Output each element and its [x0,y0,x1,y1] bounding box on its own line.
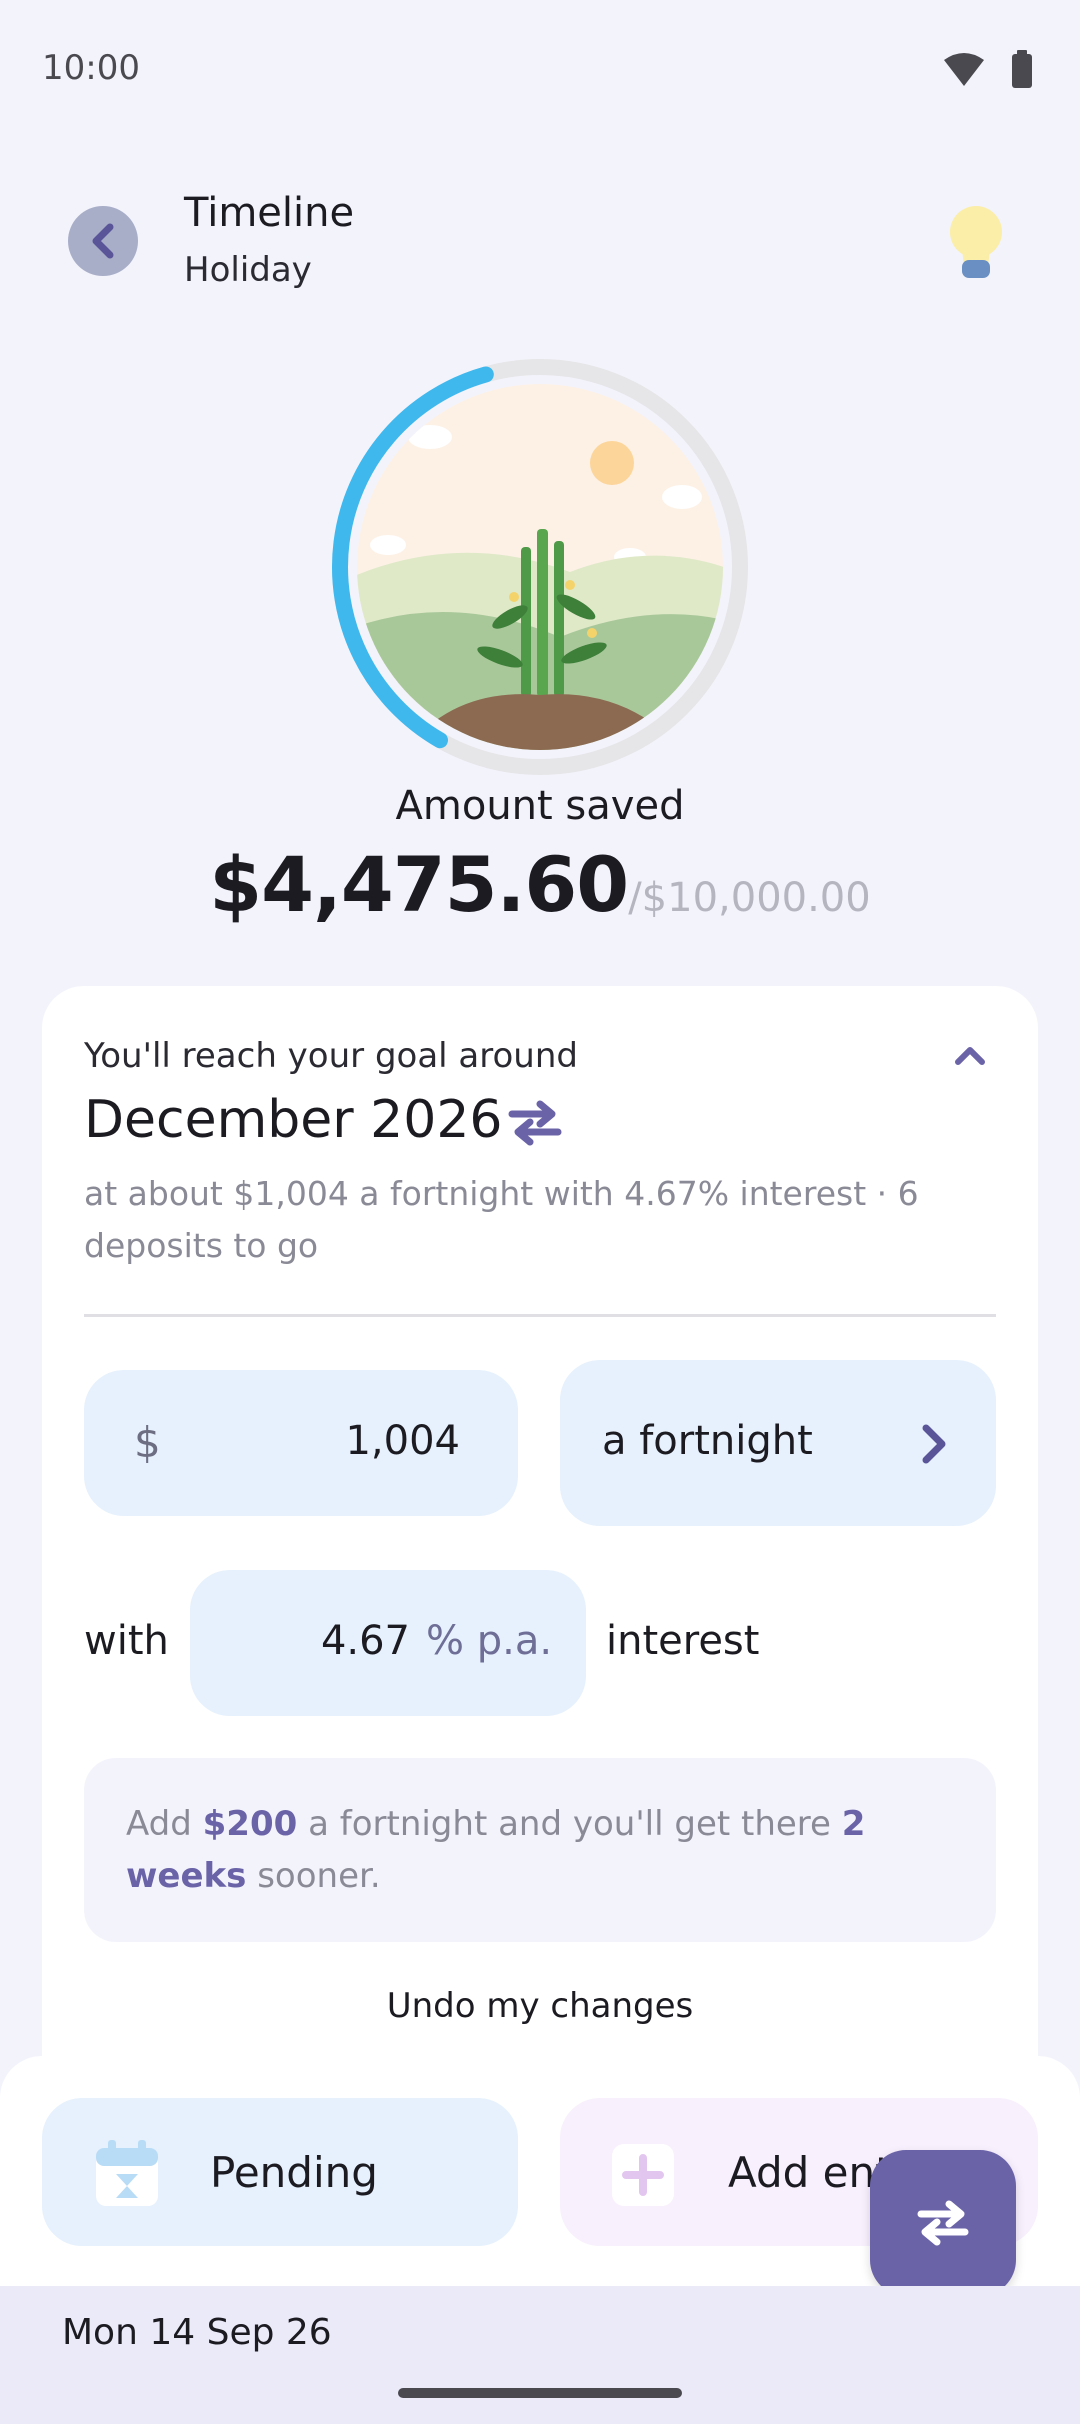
goal-date: December 2026 [84,1090,503,1150]
currency-sign: $ [134,1418,161,1467]
timeline-date-label: Mon 14 Sep 26 [62,2312,332,2353]
swap-fab-button[interactable] [870,2150,1016,2296]
frequency-label: a fortnight [602,1418,813,1464]
battery-icon [1012,54,1032,88]
savings-tip-text: Add $200 a fortnight and you'll get ther… [126,1804,866,1896]
swap-arrows-icon [917,2200,969,2246]
interest-label: interest [606,1618,760,1664]
plus-icon [612,2144,674,2206]
interest-rate-value[interactable]: 4.67 [250,1618,410,1664]
pending-label: Pending [210,2148,378,2197]
deposit-amount-value[interactable]: 1,004 [300,1418,460,1464]
amount-saved-label: Amount saved [395,783,685,829]
swap-arrows-icon[interactable] [508,1100,562,1146]
wifi-icon [944,53,984,86]
divider [84,1314,996,1317]
interest-rate-unit: % p.a. [426,1618,553,1664]
home-indicator[interactable] [398,2388,682,2398]
amount-target-value: /$10,000.00 [628,875,871,921]
chevron-right-icon [922,1424,946,1464]
page-subtitle: Holiday [184,250,312,290]
amount-saved-value: $4,475.60 [209,840,629,929]
goal-detail-text: at about $1,004 a fortnight with 4.67% i… [84,1174,919,1265]
chevron-up-icon[interactable] [950,1036,990,1076]
page-title: Timeline [184,190,355,236]
calendar-icon [96,2140,158,2206]
status-time: 10:00 [42,48,140,88]
with-label: with [84,1618,169,1664]
undo-changes-button[interactable]: Undo my changes [0,1986,1080,2026]
amount-row: $4,475.60/$10,000.00 [0,840,1080,929]
status-icons [944,50,1032,88]
goal-intro-text: You'll reach your goal around [84,1036,578,1076]
back-button[interactable] [68,206,138,276]
lightbulb-icon[interactable] [944,204,1008,286]
savings-progress-ring [332,359,748,775]
chevron-left-icon [92,223,114,259]
timeline-date-strip [0,2286,1080,2424]
